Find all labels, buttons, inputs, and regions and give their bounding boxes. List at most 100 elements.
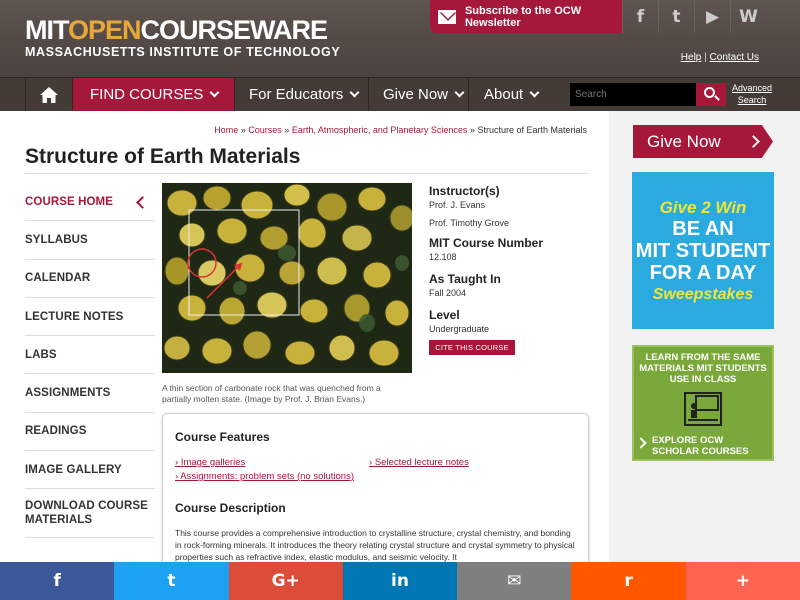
newsletter-subscribe-button[interactable]: Subscribe to the OCW Newsletter [430, 0, 622, 33]
cite-this-course-button[interactable]: CITE THIS COURSE [429, 340, 515, 355]
chevron-down-icon [454, 87, 465, 98]
breadcrumb-home[interactable]: Home [214, 125, 238, 135]
logo-wordmark: MITOPENCOURSEWARE [25, 17, 340, 44]
give-now-menu[interactable]: Give Now [368, 78, 468, 111]
sidebar-item-calendar[interactable]: CALENDAR [25, 260, 155, 298]
instructors-label: Instructor(s) [429, 184, 500, 198]
facebook-icon[interactable]: f [0, 562, 115, 600]
ocw-scholar-ad[interactable]: LEARN FROM THE SAME MATERIALS MIT STUDEN… [632, 345, 774, 461]
taught-in-value: Fall 2004 [429, 288, 467, 298]
search-input[interactable] [570, 83, 697, 106]
youtube-icon[interactable]: ▶ [694, 0, 730, 33]
page-title: Structure of Earth Materials [25, 145, 301, 168]
top-links: Help | Contact Us [681, 52, 759, 63]
search-button[interactable] [696, 83, 726, 106]
student-at-board-icon [684, 392, 722, 426]
envelope-icon [438, 9, 456, 24]
about-menu[interactable]: About [468, 78, 564, 111]
sidebar-item-assignments[interactable]: ASSIGNMENTS [25, 374, 155, 413]
share-bar: f t G+ in ✉ r + [0, 562, 800, 600]
course-number: 12.108 [429, 252, 457, 262]
search-icon-handle [714, 95, 720, 101]
course-description-text: This course provides a comprehensive int… [175, 528, 575, 562]
breadcrumb-separator: » [240, 125, 246, 135]
mit-ocw-logo[interactable]: MITOPENCOURSEWARE MASSACHUSETTS INSTITUT… [25, 17, 340, 60]
contact-us-link[interactable]: Contact Us [710, 52, 759, 63]
title-divider [25, 173, 588, 174]
give2win-sweepstakes: Sweepstakes [652, 285, 754, 303]
give-2-win-sweepstakes-ad[interactable]: Give 2 Win BE AN MIT STUDENT FOR A DAY S… [632, 172, 774, 329]
logo-courseware: COURSEWARE [140, 15, 329, 45]
breadcrumb-current: Structure of Earth Materials [477, 125, 587, 135]
chevron-right-icon [635, 437, 647, 449]
course-number-label: MIT Course Number [429, 236, 544, 250]
chevron-down-icon [529, 87, 540, 98]
ocw-scholar-headline: LEARN FROM THE SAME MATERIALS MIT STUDEN… [639, 352, 767, 385]
give2win-title: Give 2 Win [659, 197, 747, 217]
level-label: Level [429, 308, 460, 322]
feature-link-label: Assignments: problem sets (no solutions) [180, 471, 354, 482]
twitter-icon[interactable]: t [658, 0, 694, 33]
about-label: About [484, 86, 524, 103]
wordpress-icon[interactable]: W [730, 0, 766, 33]
give-now-banner[interactable]: Give Now [633, 125, 773, 158]
chevron-right-icon [746, 135, 760, 148]
logo-mit: MIT [25, 15, 69, 45]
give2win-line: MIT STUDENT [635, 239, 771, 262]
course-features-title: Course Features [175, 430, 270, 444]
course-info: Instructor(s) Prof. J. Evans Prof. Timot… [429, 184, 543, 334]
sidebar-item-syllabus[interactable]: SYLLABUS [25, 221, 155, 260]
find-courses-label: FIND COURSES [90, 86, 204, 103]
breadcrumb-department[interactable]: Earth, Atmospheric, and Planetary Scienc… [292, 125, 468, 135]
explore-ocw-scholar-link: EXPLORE OCW SCHOLAR COURSES [652, 435, 749, 457]
logo-open: OPEN [68, 15, 142, 45]
give-now-banner-label: Give Now [647, 131, 721, 151]
chevron-down-icon [209, 87, 220, 98]
sidebar-item-lecture-notes[interactable]: LECTURE NOTES [25, 298, 155, 337]
breadcrumb-separator: » [284, 125, 290, 135]
sidebar-item-download-course-materials[interactable]: DOWNLOAD COURSE MATERIALS [25, 489, 155, 539]
sidebar-item-image-gallery[interactable]: IMAGE GALLERY [25, 451, 155, 490]
home-button[interactable] [25, 78, 72, 111]
feature-link-label: Selected lecture notes [374, 457, 469, 468]
google-plus-icon[interactable]: G+ [228, 562, 343, 600]
level-value: Undergraduate [429, 324, 490, 334]
help-link[interactable]: Help [681, 52, 702, 63]
course-description-title: Course Description [175, 501, 286, 515]
instructor-name: Prof. J. Evans [429, 200, 486, 210]
taught-in-label: As Taught In [429, 272, 501, 286]
sidebar-item-course-home[interactable]: COURSE HOME [25, 183, 155, 222]
for-educators-menu[interactable]: For Educators [234, 78, 368, 111]
course-thin-section-image [162, 183, 412, 373]
more-icon[interactable]: + [685, 562, 800, 600]
facebook-icon[interactable]: f [622, 0, 658, 33]
feature-link-label: Image galleries [180, 457, 246, 468]
top-link-separator: | [704, 52, 707, 63]
for-educators-label: For Educators [249, 86, 344, 103]
give2win-line: FOR A DAY [649, 261, 757, 284]
chevron-down-icon [349, 87, 360, 98]
breadcrumb: Home » Courses » Earth, Atmospheric, and… [214, 125, 587, 135]
sidebar-item-labs[interactable]: LABS [25, 336, 155, 375]
feature-link-selected-lecture-notes[interactable]: › Selected lecture notes [369, 457, 469, 468]
advanced-search-line2: Search [737, 95, 767, 105]
social-links: f t ▶ W [622, 0, 800, 33]
give-now-label: Give Now [383, 86, 449, 103]
feature-link-image-galleries[interactable]: › Image galleries [175, 457, 245, 468]
give2win-line: BE AN [672, 217, 734, 240]
advanced-search-link[interactable]: Advanced Search [732, 82, 772, 106]
main-nav: FIND COURSES For Educators Give Now Abou… [0, 77, 800, 111]
image-caption: A thin section of carbonate rock that wa… [162, 383, 381, 404]
breadcrumb-courses[interactable]: Courses [248, 125, 282, 135]
reddit-icon[interactable]: r [571, 562, 686, 600]
linkedin-icon[interactable]: in [342, 562, 458, 600]
course-sidebar: COURSE HOME SYLLABUS CALENDAR LECTURE NO… [25, 183, 155, 539]
twitter-icon[interactable]: t [114, 562, 229, 600]
instructor-name: Prof. Timothy Grove [429, 218, 510, 228]
advanced-search-line1: Advanced [732, 83, 773, 93]
email-icon[interactable]: ✉ [457, 562, 572, 600]
feature-link-assignments[interactable]: › Assignments: problem sets (no solution… [175, 471, 354, 482]
sidebar-item-readings[interactable]: READINGS [25, 413, 155, 452]
site-header: MITOPENCOURSEWARE MASSACHUSETTS INSTITUT… [0, 0, 800, 77]
find-courses-menu[interactable]: FIND COURSES [72, 78, 234, 111]
